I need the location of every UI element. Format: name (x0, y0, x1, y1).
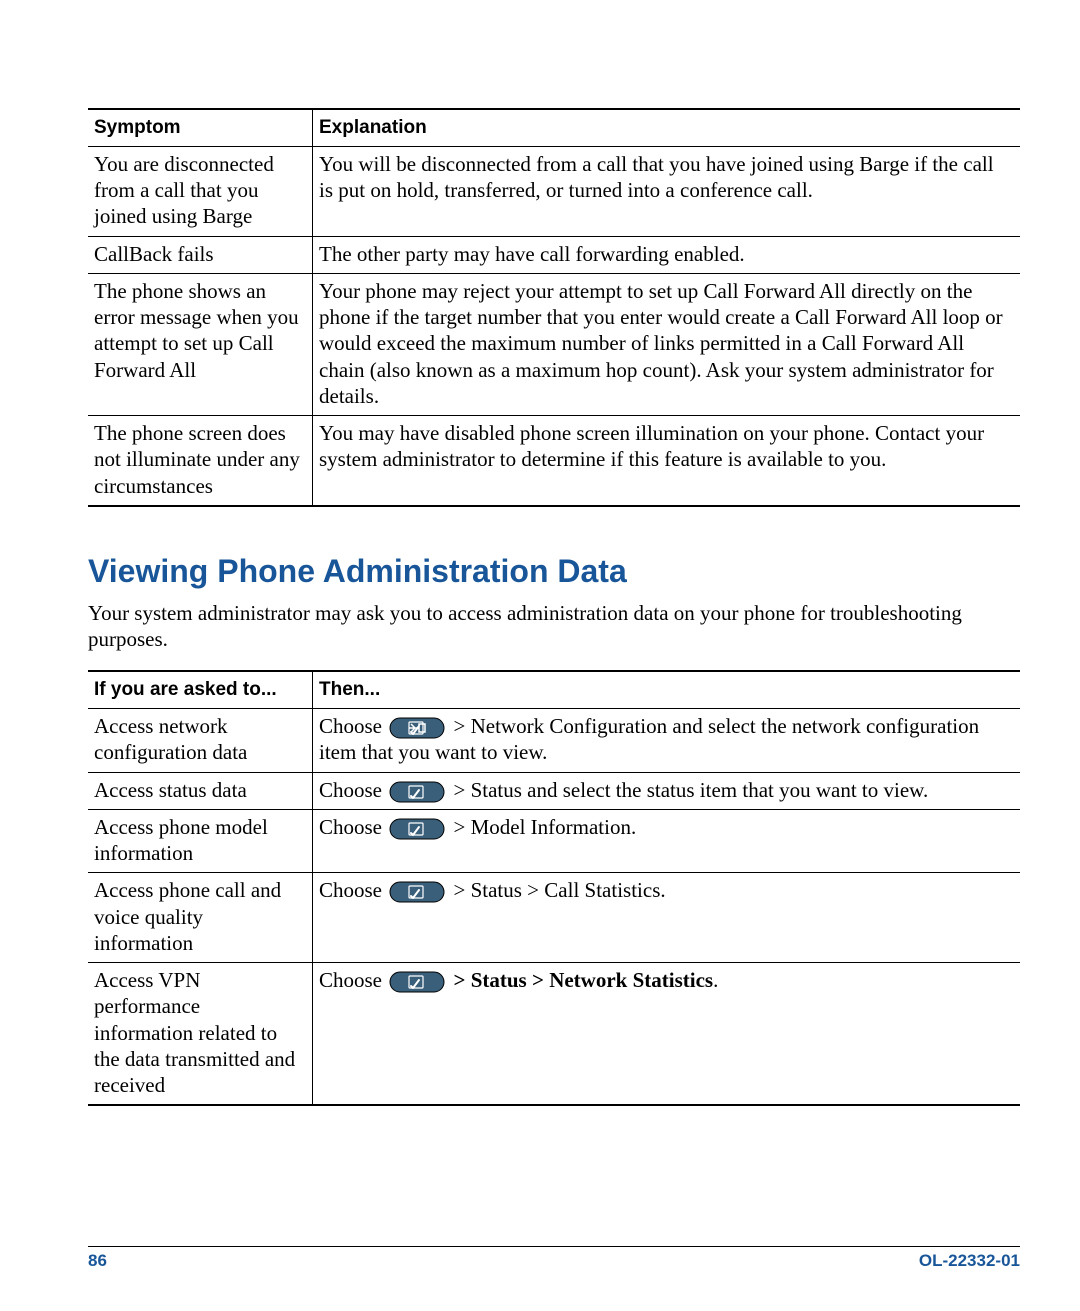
asked-cell: Access VPN performance information relat… (88, 963, 313, 1106)
table-row: Access network configuration data Choose… (88, 709, 1020, 773)
settings-button-icon (389, 971, 445, 993)
table-row: Access VPN performance information relat… (88, 963, 1020, 1106)
table-row: Access phone call and voice quality info… (88, 873, 1020, 963)
choose-label: Choose (319, 815, 382, 839)
then-cell: Choose > Status > Network Statistics. (313, 963, 1021, 1106)
explanation-cell: Your phone may reject your attempt to se… (313, 273, 1021, 415)
asked-cell: Access network configuration data (88, 709, 313, 773)
footer-rule (88, 1246, 1020, 1247)
asked-cell: Access phone call and voice quality info… (88, 873, 313, 963)
symptom-cell: CallBack fails (88, 236, 313, 273)
choose-label: Choose (319, 714, 382, 738)
table-row: Access status data Choose > Status and s… (88, 772, 1020, 809)
then-cell: Choose > Network Configuration and selec… (313, 709, 1021, 773)
settings-button-icon (389, 781, 445, 803)
explanation-header: Explanation (313, 109, 1021, 146)
choose-label: Choose (319, 878, 382, 902)
document-id: OL-22332-01 (919, 1251, 1020, 1271)
admin-table: If you are asked to... Then... Access ne… (88, 670, 1020, 1106)
symptom-header: Symptom (88, 109, 313, 146)
section-heading: Viewing Phone Administration Data (88, 553, 1020, 590)
table-row: CallBack fails The other party may have … (88, 236, 1020, 273)
then-cell: Choose > Model Information. (313, 809, 1021, 873)
settings-button-icon (389, 818, 445, 840)
after-text: > Model Information. (448, 815, 636, 839)
page-number: 86 (88, 1251, 107, 1271)
asked-cell: Access status data (88, 772, 313, 809)
table-row: The phone screen does not illuminate und… (88, 416, 1020, 506)
symptom-cell: The phone screen does not illuminate und… (88, 416, 313, 506)
after-text: > Status > Call Statistics. (448, 878, 665, 902)
page-footer: 86 OL-22332-01 (88, 1246, 1020, 1271)
table-row: You are disconnected from a call that yo… (88, 146, 1020, 236)
settings-button-icon (389, 881, 445, 903)
choose-label: Choose (319, 778, 382, 802)
choose-label: Choose (319, 968, 382, 992)
table-row: Access phone model information Choose > … (88, 809, 1020, 873)
explanation-cell: The other party may have call forwarding… (313, 236, 1021, 273)
after-text-bold: > Status > Network Statistics (448, 968, 713, 992)
symptom-cell: You are disconnected from a call that yo… (88, 146, 313, 236)
document-page: Symptom Explanation You are disconnected… (0, 0, 1080, 1311)
after-text: > Status and select the status item that… (448, 778, 928, 802)
table-row: The phone shows an error message when yo… (88, 273, 1020, 415)
explanation-cell: You will be disconnected from a call tha… (313, 146, 1021, 236)
asked-header: If you are asked to... (88, 671, 313, 708)
symptom-cell: The phone shows an error message when yo… (88, 273, 313, 415)
then-cell: Choose > Status and select the status it… (313, 772, 1021, 809)
explanation-cell: You may have disabled phone screen illum… (313, 416, 1021, 506)
asked-cell: Access phone model information (88, 809, 313, 873)
then-cell: Choose > Status > Call Statistics. (313, 873, 1021, 963)
symptom-table: Symptom Explanation You are disconnected… (88, 108, 1020, 507)
intro-paragraph: Your system administrator may ask you to… (88, 600, 1020, 653)
then-header: Then... (313, 671, 1021, 708)
after-text-trailing: . (713, 968, 718, 992)
settings-button-icon (389, 717, 445, 739)
